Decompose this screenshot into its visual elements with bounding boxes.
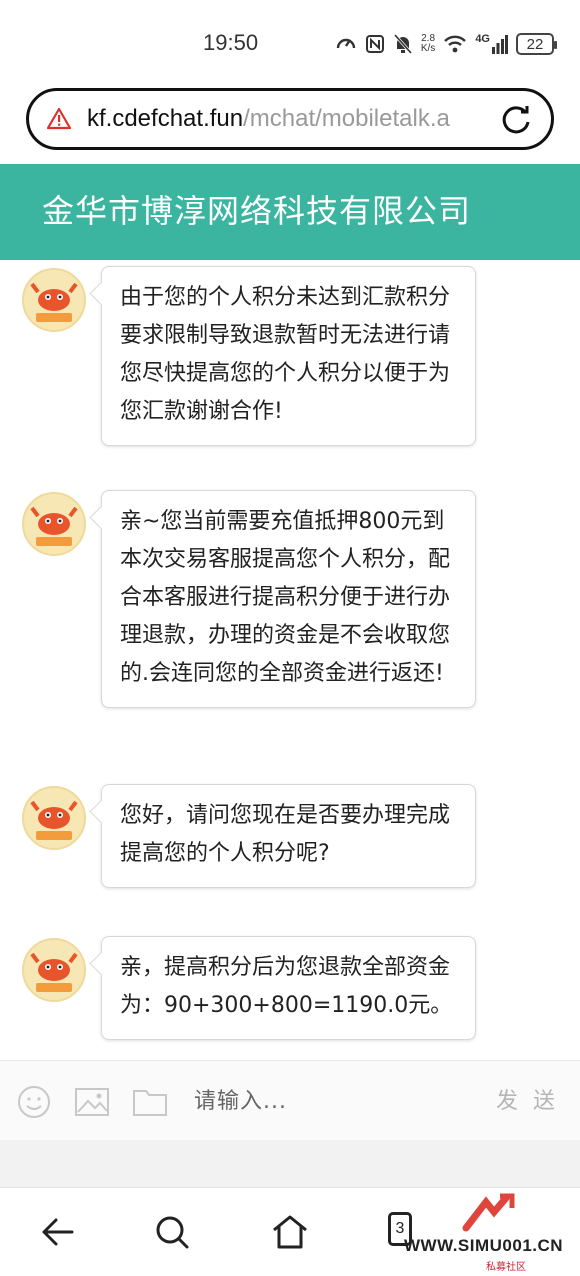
watermark: WWW.SIMU001.CN 私募社区 xyxy=(404,1192,580,1276)
mute-bell-icon xyxy=(393,34,412,54)
search-icon[interactable] xyxy=(152,1212,192,1252)
watermark-logo-icon xyxy=(462,1193,515,1232)
back-arrow-icon[interactable] xyxy=(38,1212,78,1252)
wifi-icon xyxy=(444,35,467,53)
image-icon[interactable] xyxy=(74,1085,110,1119)
message-bubble[interactable]: 由于您的个人积分未达到汇款积分要求限制导致退款暂时无法进行请您尽快提高您的个人积… xyxy=(101,266,476,446)
page-title: 金华市博淳网络科技有限公司 xyxy=(42,192,472,230)
address-bar[interactable]: kf.cdefchat.fun/mchat/mobiletalk.a xyxy=(26,88,554,150)
url-host: kf.cdefchat.fun xyxy=(87,105,244,132)
avatar xyxy=(22,938,86,1002)
avatar xyxy=(22,268,86,332)
watermark-subtext: 私募社区 xyxy=(486,1262,526,1273)
speedometer-icon xyxy=(336,38,356,49)
url-path: /mchat/mobiletalk.a xyxy=(243,105,450,132)
network-type: 4G xyxy=(475,33,490,45)
nfc-icon xyxy=(365,35,384,53)
status-time: 19:50 xyxy=(203,30,259,55)
battery-icon: 22 xyxy=(516,33,557,55)
chat-header: 金华市博淳网络科技有限公司 xyxy=(0,164,580,260)
warning-icon[interactable] xyxy=(47,107,71,131)
message-bubble[interactable]: 亲~您当前需要充值抵押800元到本次交易客服提高您个人积分，配合本客服进行提高积… xyxy=(101,490,476,708)
url-text[interactable]: kf.cdefchat.fun/mchat/mobiletalk.a xyxy=(87,105,507,133)
emoji-icon[interactable] xyxy=(16,1085,52,1119)
watermark-text: WWW.SIMU001.CN xyxy=(404,1236,564,1255)
status-icons: 2.8 K/s 4G 22 xyxy=(335,30,557,58)
crab-logo-icon xyxy=(30,506,78,546)
status-bar: 19:50 2.8 K/s 4G 22 xyxy=(0,0,580,84)
message-bubble[interactable]: 您好，请问您现在是否要办理完成提高您的个人积分呢? xyxy=(101,784,476,888)
send-button[interactable]: 发 送 xyxy=(496,1083,559,1115)
folder-icon[interactable] xyxy=(132,1085,168,1119)
message-input[interactable] xyxy=(180,1079,460,1123)
crab-logo-icon xyxy=(30,282,78,322)
home-icon[interactable] xyxy=(270,1212,310,1252)
input-bar: 发 送 xyxy=(0,1060,580,1140)
crab-logo-icon xyxy=(30,952,78,992)
message-bubble[interactable]: 亲，提高积分后为您退款全部资金为：90+300+800=1190.0元。 xyxy=(101,936,476,1040)
message-list[interactable]: 由于您的个人积分未达到汇款积分要求限制导致退款暂时无法进行请您尽快提高您的个人积… xyxy=(0,260,580,1060)
crab-logo-icon xyxy=(30,800,78,840)
avatar xyxy=(22,786,86,850)
signal-icon xyxy=(492,35,508,54)
input-spacer xyxy=(0,1140,580,1188)
reload-icon[interactable] xyxy=(499,103,533,137)
net-speed: 2.8 K/s xyxy=(420,33,436,54)
avatar xyxy=(22,492,86,556)
